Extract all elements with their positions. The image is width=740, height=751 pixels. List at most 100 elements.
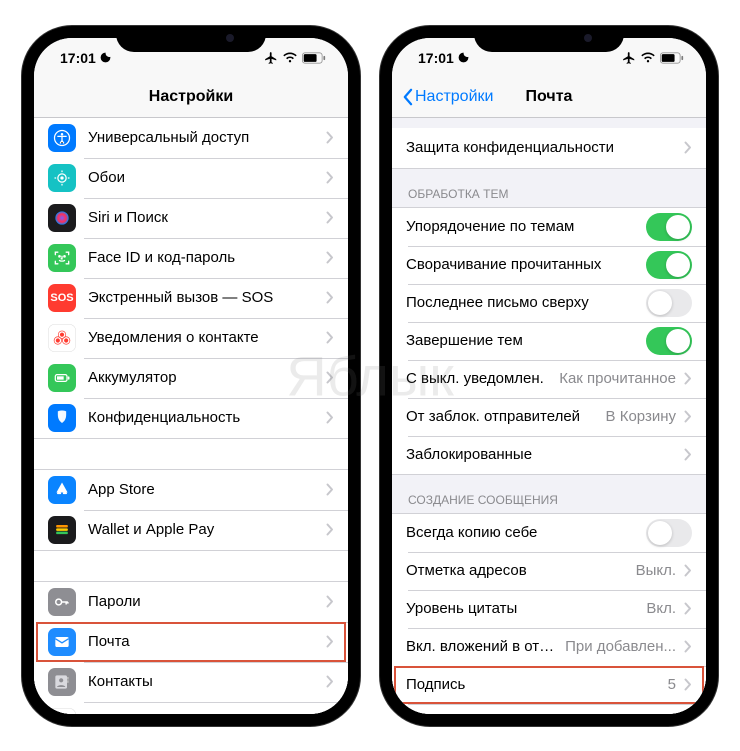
mail-row[interactable]: Вкл. вложений в ответПри добавлен... bbox=[392, 628, 706, 666]
settings-row-siri[interactable]: Siri и Поиск bbox=[34, 198, 348, 238]
settings-row-passwords[interactable]: Пароли bbox=[34, 582, 348, 622]
chevron-right-icon bbox=[326, 411, 334, 424]
settings-row-wallet[interactable]: Wallet и Apple Pay bbox=[34, 510, 348, 550]
phone-frame-right: 17:01 Настройки Почта Защита конфиденциа… bbox=[380, 26, 718, 726]
toggle-switch[interactable] bbox=[646, 327, 692, 355]
mail-settings-list[interactable]: Защита конфиденциальностиОБРАБОТКА ТЕМУп… bbox=[392, 118, 706, 714]
privacy-protection-row[interactable]: Защита конфиденциальности bbox=[392, 128, 706, 168]
row-detail: Как прочитанное bbox=[559, 370, 676, 387]
chevron-right-icon bbox=[326, 483, 334, 496]
row-label: Сворачивание прочитанных bbox=[406, 256, 646, 273]
mail-row[interactable]: Заблокированные bbox=[392, 436, 706, 474]
row-label: Экстренный вызов — SOS bbox=[88, 289, 318, 306]
screen-left: 17:01 Настройки Универсальный доступОбои… bbox=[34, 38, 348, 714]
toggle-switch[interactable] bbox=[646, 213, 692, 241]
accessibility-icon bbox=[48, 124, 76, 152]
siri-icon bbox=[48, 204, 76, 232]
row-label: Универсальный доступ bbox=[88, 129, 318, 146]
row-label: Заблокированные bbox=[406, 446, 676, 463]
nav-title-left: Настройки bbox=[149, 88, 233, 106]
chevron-right-icon bbox=[326, 291, 334, 304]
toggle-switch[interactable] bbox=[646, 519, 692, 547]
settings-row-mail[interactable]: Почта bbox=[34, 622, 348, 662]
chevron-right-icon bbox=[684, 640, 692, 653]
battery-icon bbox=[48, 364, 76, 392]
chevron-right-icon bbox=[684, 602, 692, 615]
settings-row-appstore[interactable]: App Store bbox=[34, 470, 348, 510]
row-label: Siri и Поиск bbox=[88, 209, 318, 226]
screen-right: 17:01 Настройки Почта Защита конфиденциа… bbox=[392, 38, 706, 714]
row-detail: Вкл. bbox=[646, 600, 676, 617]
settings-row-sos[interactable]: SOSЭкстренный вызов — SOS bbox=[34, 278, 348, 318]
row-label: Календарь bbox=[88, 713, 318, 714]
mail-row[interactable]: Всегда копию себе bbox=[392, 514, 706, 552]
do-not-disturb-icon bbox=[99, 51, 112, 64]
row-label: От заблок. отправителей bbox=[406, 408, 602, 425]
row-detail: В Корзину bbox=[606, 408, 676, 425]
passwords-icon bbox=[48, 588, 76, 616]
phone-frame-left: 17:01 Настройки Универсальный доступОбои… bbox=[22, 26, 360, 726]
status-time: 17:01 bbox=[418, 50, 454, 66]
mail-row[interactable]: С выкл. уведомлен.Как прочитанное bbox=[392, 360, 706, 398]
chevron-left-icon bbox=[402, 88, 413, 106]
settings-row-calendar[interactable]: 8Календарь bbox=[34, 702, 348, 714]
chevron-right-icon bbox=[326, 251, 334, 264]
chevron-right-icon bbox=[684, 410, 692, 423]
airplane-icon bbox=[622, 51, 636, 65]
toggle-switch[interactable] bbox=[646, 251, 692, 279]
mail-row[interactable]: От заблок. отправителейВ Корзину bbox=[392, 398, 706, 436]
row-label: Wallet и Apple Pay bbox=[88, 521, 318, 538]
mail-row[interactable]: Уч. зап. по умолчанию bbox=[392, 704, 706, 714]
wifi-icon bbox=[282, 52, 298, 64]
row-label: Отметка адресов bbox=[406, 562, 632, 579]
wallpaper-icon bbox=[48, 164, 76, 192]
chevron-right-icon bbox=[684, 141, 692, 154]
faceid-icon bbox=[48, 244, 76, 272]
row-label: Контакты bbox=[88, 673, 318, 690]
settings-row-privacy[interactable]: Конфиденциальность bbox=[34, 398, 348, 438]
chevron-right-icon bbox=[684, 372, 692, 385]
row-label: App Store bbox=[88, 481, 318, 498]
mail-row[interactable]: Подпись5 bbox=[392, 666, 706, 704]
row-label: Пароли bbox=[88, 593, 318, 610]
do-not-disturb-icon bbox=[457, 51, 470, 64]
chevron-right-icon bbox=[326, 331, 334, 344]
mail-row[interactable]: Отметка адресовВыкл. bbox=[392, 552, 706, 590]
nav-bar-right: Настройки Почта bbox=[392, 78, 706, 118]
row-label: Уведомления о контакте bbox=[88, 329, 318, 346]
back-button[interactable]: Настройки bbox=[402, 88, 493, 106]
row-label: Конфиденциальность bbox=[88, 409, 318, 426]
row-label: Обои bbox=[88, 169, 318, 186]
chevron-right-icon bbox=[326, 131, 334, 144]
settings-row-wallpaper[interactable]: Обои bbox=[34, 158, 348, 198]
chevron-right-icon bbox=[684, 678, 692, 691]
settings-row-accessibility[interactable]: Универсальный доступ bbox=[34, 118, 348, 158]
mail-row[interactable]: Упорядочение по темам bbox=[392, 208, 706, 246]
mail-icon bbox=[48, 628, 76, 656]
row-label: Упорядочение по темам bbox=[406, 218, 646, 235]
mail-row[interactable]: Завершение тем bbox=[392, 322, 706, 360]
chevron-right-icon bbox=[326, 595, 334, 608]
mail-row[interactable]: Уровень цитатыВкл. bbox=[392, 590, 706, 628]
wallet-icon bbox=[48, 516, 76, 544]
settings-row-battery[interactable]: Аккумулятор bbox=[34, 358, 348, 398]
battery-icon bbox=[302, 52, 326, 64]
settings-row-contacts[interactable]: Контакты bbox=[34, 662, 348, 702]
mail-row[interactable]: Сворачивание прочитанных bbox=[392, 246, 706, 284]
mail-row[interactable]: Последнее письмо сверху bbox=[392, 284, 706, 322]
row-label: Завершение тем bbox=[406, 332, 646, 349]
chevron-right-icon bbox=[684, 448, 692, 461]
row-detail: При добавлен... bbox=[565, 638, 676, 655]
chevron-right-icon bbox=[326, 675, 334, 688]
settings-list[interactable]: Универсальный доступ Обои Siri и Поиск Face… bbox=[34, 118, 348, 714]
row-label: Уровень цитаты bbox=[406, 600, 642, 617]
back-label: Настройки bbox=[415, 88, 493, 106]
row-label: Защита конфиденциальности bbox=[406, 139, 676, 156]
settings-row-exposure[interactable]: Уведомления о контакте bbox=[34, 318, 348, 358]
toggle-switch[interactable] bbox=[646, 289, 692, 317]
settings-row-faceid[interactable]: Face ID и код-пароль bbox=[34, 238, 348, 278]
row-label: Всегда копию себе bbox=[406, 524, 646, 541]
row-detail: Выкл. bbox=[636, 562, 676, 579]
row-detail: 5 bbox=[668, 676, 676, 693]
airplane-icon bbox=[264, 51, 278, 65]
